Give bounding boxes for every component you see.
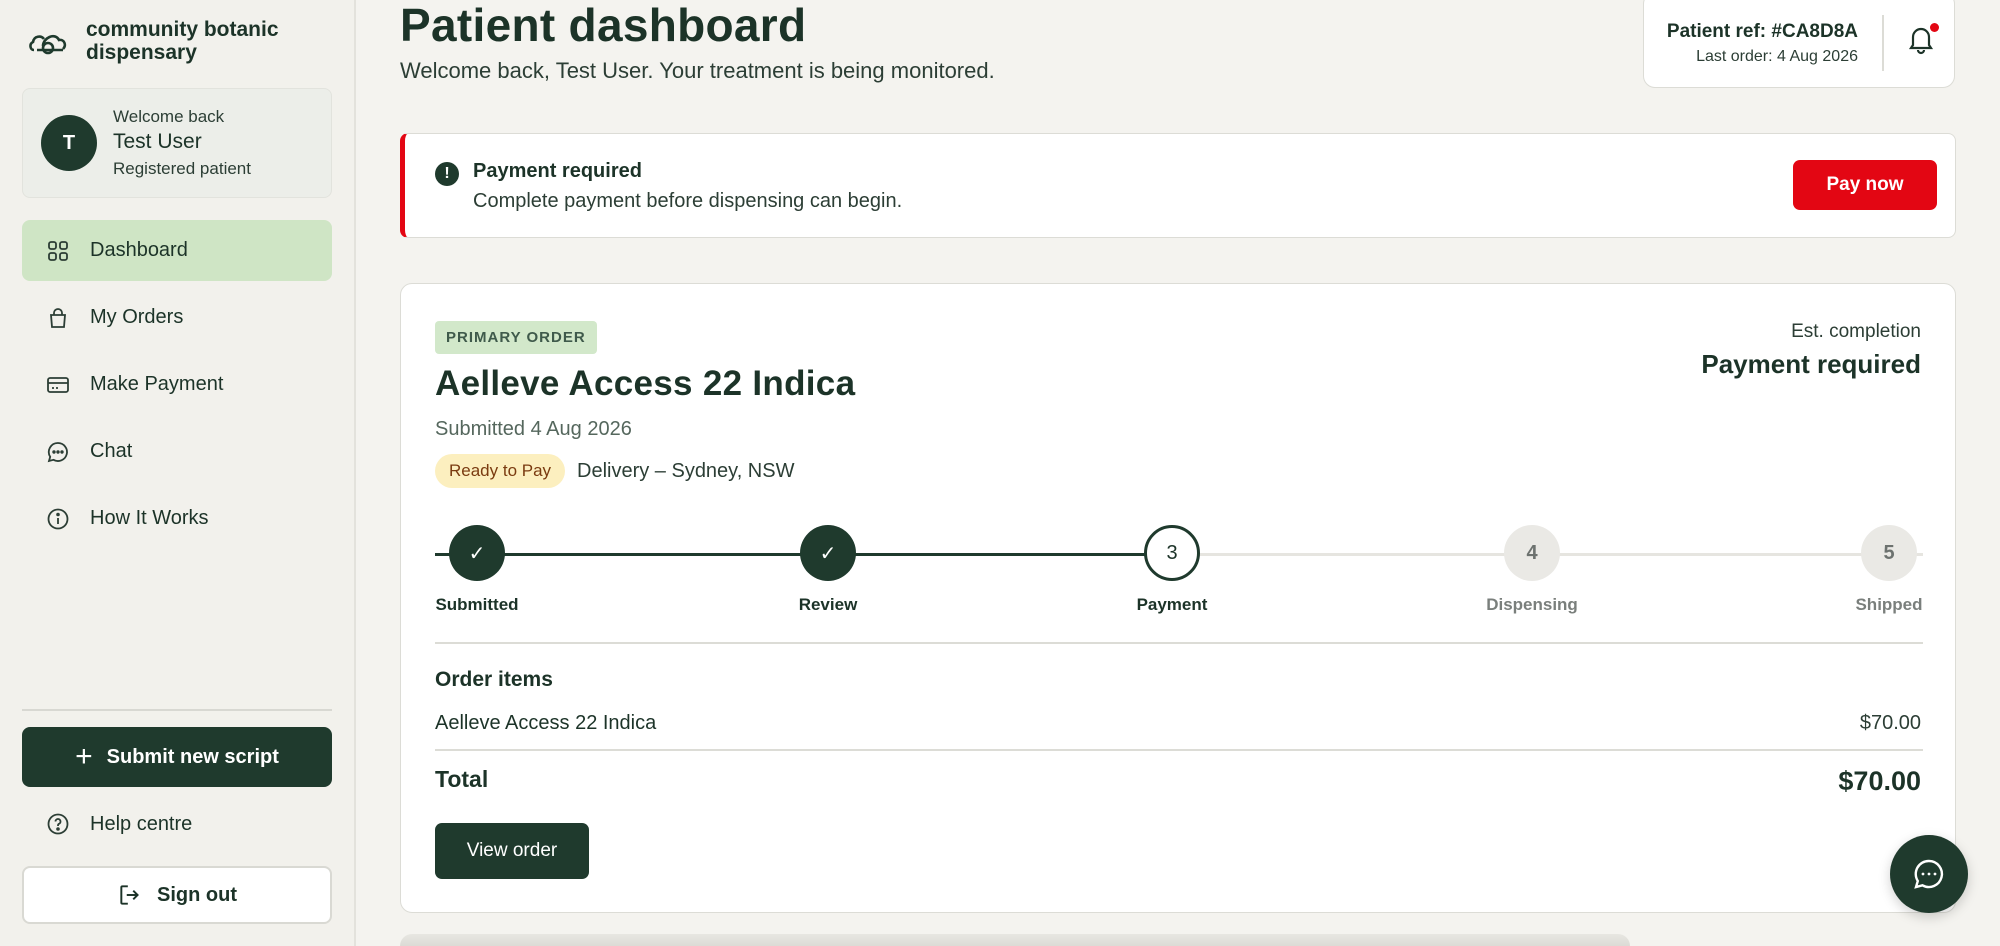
step-number: 4 (1504, 525, 1560, 581)
alert-exclamation-icon: ! (435, 162, 459, 186)
total-divider (435, 749, 1923, 751)
sidebar-nav: Dashboard My Orders Make Payment Chat Ho… (22, 220, 332, 555)
step-label: Dispensing (1486, 595, 1578, 614)
sidebar: community botanic dispensary T Welcome b… (0, 0, 356, 946)
user-name: Test User (113, 130, 202, 153)
step-shipped: 5 Shipped (1829, 519, 1949, 615)
est-completion-label: Est. completion (1791, 321, 1921, 342)
step-review: ✓ Review (768, 519, 888, 615)
sidebar-item-my-orders[interactable]: My Orders (22, 287, 332, 348)
step-submitted: ✓ Submitted (417, 519, 537, 615)
sidebar-item-chat[interactable]: Chat (22, 421, 332, 482)
check-icon: ✓ (449, 525, 505, 581)
alert-message: Complete payment before dispensing can b… (473, 190, 903, 212)
status-badge: Ready to Pay (435, 454, 566, 488)
sidebar-item-label: My Orders (90, 306, 184, 328)
sidebar-item-dashboard[interactable]: Dashboard (22, 220, 332, 281)
sidebar-divider (22, 709, 332, 711)
est-completion-value: Payment required (1701, 349, 1921, 379)
sign-out-button[interactable]: Sign out (22, 866, 332, 924)
order-item-name: Aelleve Access 22 Indica (435, 712, 657, 734)
order-items-title: Order items (435, 668, 553, 691)
bag-icon (46, 306, 70, 330)
order-progress-stepper: ✓ Submitted ✓ Review 3 Payment 4 Dispens… (435, 519, 1923, 619)
order-item-price: $70.00 (1859, 712, 1921, 734)
submit-new-script-button[interactable]: + Submit new script (22, 727, 332, 787)
brand[interactable]: community botanic dispensary (28, 18, 306, 64)
pay-now-button[interactable]: Pay now (1793, 160, 1937, 210)
step-number: 3 (1144, 525, 1200, 581)
notification-dot (1930, 23, 1939, 32)
delivery-info: Delivery – Sydney, NSW (577, 460, 795, 482)
plus-icon: + (75, 740, 93, 773)
step-label: Payment (1136, 595, 1208, 614)
sidebar-item-label: Dashboard (90, 239, 188, 261)
brand-logo-icon (29, 34, 67, 55)
total-value: $70.00 (1838, 766, 1921, 796)
sign-out-label: Sign out (157, 883, 237, 906)
chat-icon (1914, 859, 1944, 889)
patient-ref: Patient ref: #CA8D8A (1666, 21, 1858, 42)
last-order: Last order: 4 Aug 2026 (1696, 48, 1858, 65)
submit-new-script-label: Submit new script (106, 745, 279, 768)
sidebar-item-how-it-works[interactable]: How It Works (22, 488, 332, 549)
info-icon (46, 507, 70, 531)
check-icon: ✓ (800, 525, 856, 581)
section-divider (435, 642, 1923, 644)
sign-out-icon (120, 885, 139, 905)
page-subtitle: Welcome back, Test User. Your treatment … (400, 58, 995, 83)
sidebar-item-label: Chat (90, 440, 133, 462)
brand-name: community botanic dispensary (86, 18, 279, 64)
user-role: Registered patient (113, 159, 251, 178)
sidebar-item-label: Make Payment (90, 373, 224, 395)
order-product-name: Aelleve Access 22 Indica (435, 364, 856, 403)
step-label: Review (798, 595, 858, 614)
total-label: Total (435, 766, 489, 792)
view-order-button[interactable]: View order (435, 823, 589, 879)
step-number: 5 (1861, 525, 1917, 581)
alert-title: Payment required (473, 160, 642, 182)
grid-icon (46, 239, 70, 263)
help-centre-link[interactable]: Help centre (46, 812, 192, 836)
sidebar-item-make-payment[interactable]: Make Payment (22, 354, 332, 415)
sidebar-item-label: How It Works (90, 507, 209, 529)
step-payment: 3 Payment (1112, 519, 1232, 615)
ref-divider (1882, 15, 1884, 71)
step-label: Submitted (435, 595, 519, 614)
step-label: Shipped (1855, 595, 1923, 614)
help-centre-label: Help centre (90, 812, 193, 835)
chat-bubble-icon (46, 440, 70, 464)
patient-ref-card: Patient ref: #CA8D8A Last order: 4 Aug 2… (1643, 0, 1955, 88)
user-card: T Welcome back Test User Registered pati… (22, 88, 332, 198)
primary-order-badge: PRIMARY ORDER (435, 321, 597, 354)
card-icon (46, 373, 70, 397)
page-title: Patient dashboard (400, 0, 807, 51)
next-card-edge (400, 934, 1630, 946)
user-greeting: Welcome back (113, 107, 225, 126)
order-card: PRIMARY ORDER Aelleve Access 22 Indica S… (400, 283, 1956, 913)
help-icon (46, 812, 70, 836)
order-submitted-date: Submitted 4 Aug 2026 (435, 418, 632, 440)
step-dispensing: 4 Dispensing (1472, 519, 1592, 615)
chat-fab-button[interactable] (1890, 835, 1968, 913)
payment-alert: ! Payment required Complete payment befo… (400, 133, 1956, 238)
avatar: T (41, 115, 97, 171)
